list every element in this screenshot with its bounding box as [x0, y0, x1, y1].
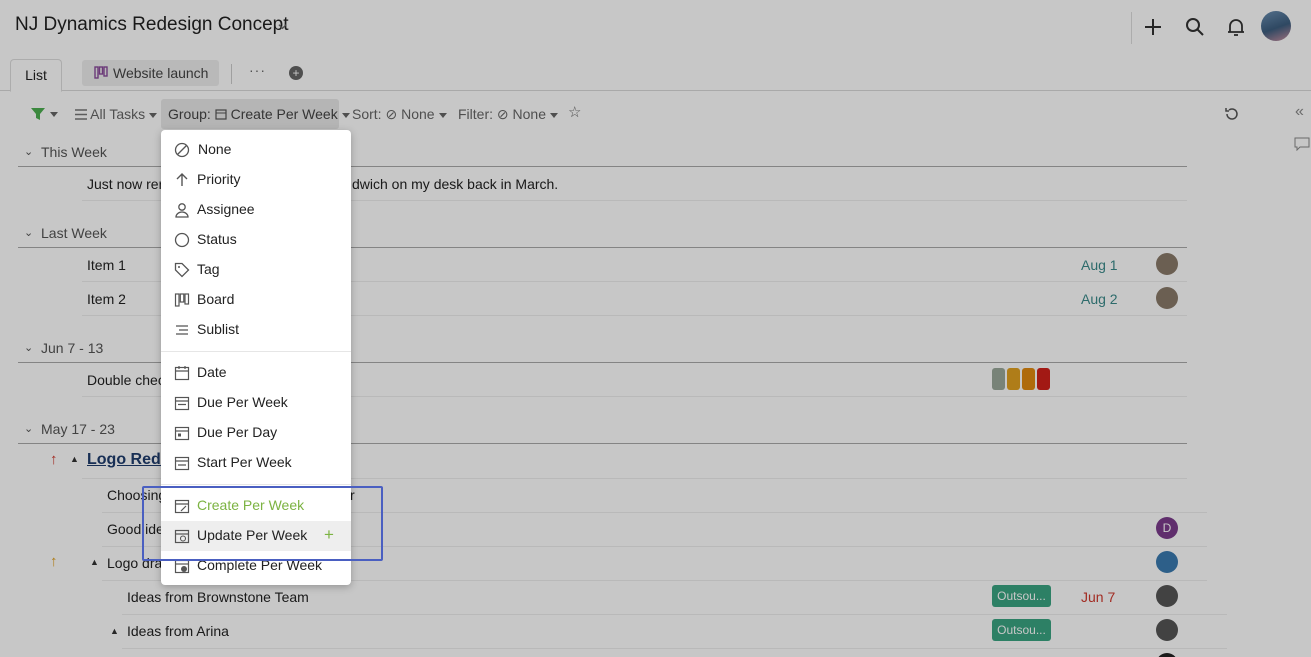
board-icon: [174, 293, 190, 307]
arrow-up-icon: [176, 173, 188, 186]
menu-label: Status: [197, 231, 237, 247]
menu-item-status[interactable]: Status: [161, 225, 351, 255]
menu-label: Update Per Week: [197, 527, 308, 543]
menu-item-complete-per-week[interactable]: Complete Per Week: [161, 551, 351, 581]
menu-label: Date: [197, 364, 227, 380]
menu-item-start-per-week[interactable]: Start Per Week: [161, 448, 351, 478]
add-icon[interactable]: +: [324, 525, 334, 545]
menu-label: Due Per Week: [197, 394, 288, 410]
menu-label: Priority: [197, 171, 241, 187]
none-icon: [174, 142, 190, 158]
circle-icon: [174, 232, 190, 248]
menu-label: Due Per Day: [197, 424, 278, 440]
menu-item-create-per-week[interactable]: Create Per Week: [161, 491, 351, 521]
calendar-week-icon: [174, 396, 190, 411]
menu-item-tag[interactable]: Tag: [161, 255, 351, 285]
menu-item-priority[interactable]: Priority: [161, 165, 351, 195]
menu-item-none[interactable]: None: [161, 135, 351, 165]
calendar-icon: [174, 366, 190, 381]
menu-label: Assignee: [197, 201, 255, 217]
group-by-menu: None Priority Assignee Status Tag Board …: [161, 130, 351, 585]
tag-icon: [174, 262, 190, 278]
menu-label: Tag: [197, 261, 220, 277]
menu-item-date[interactable]: Date: [161, 358, 351, 388]
menu-item-sublist[interactable]: Sublist: [161, 315, 351, 345]
menu-label: Board: [197, 291, 235, 307]
menu-item-due-per-day[interactable]: Due Per Day: [161, 418, 351, 448]
menu-label: Complete Per Week: [197, 557, 323, 573]
menu-item-due-per-week[interactable]: Due Per Week: [161, 388, 351, 418]
menu-item-update-per-week[interactable]: Update Per Week +: [161, 521, 351, 551]
calendar-edit-icon: [174, 499, 190, 514]
calendar-refresh-icon: [174, 529, 190, 544]
menu-item-assignee[interactable]: Assignee: [161, 195, 351, 225]
calendar-check-icon: [174, 559, 190, 574]
person-icon: [175, 203, 189, 218]
divider: [161, 484, 351, 485]
menu-item-board[interactable]: Board: [161, 285, 351, 315]
menu-label: Create Per Week: [197, 497, 305, 513]
calendar-day-icon: [174, 426, 190, 441]
sublist-icon: [176, 325, 188, 335]
menu-label: Sublist: [197, 321, 240, 337]
divider: [161, 351, 351, 352]
menu-label: Start Per Week: [197, 454, 292, 470]
menu-label: None: [198, 141, 232, 157]
calendar-start-icon: [174, 456, 190, 471]
